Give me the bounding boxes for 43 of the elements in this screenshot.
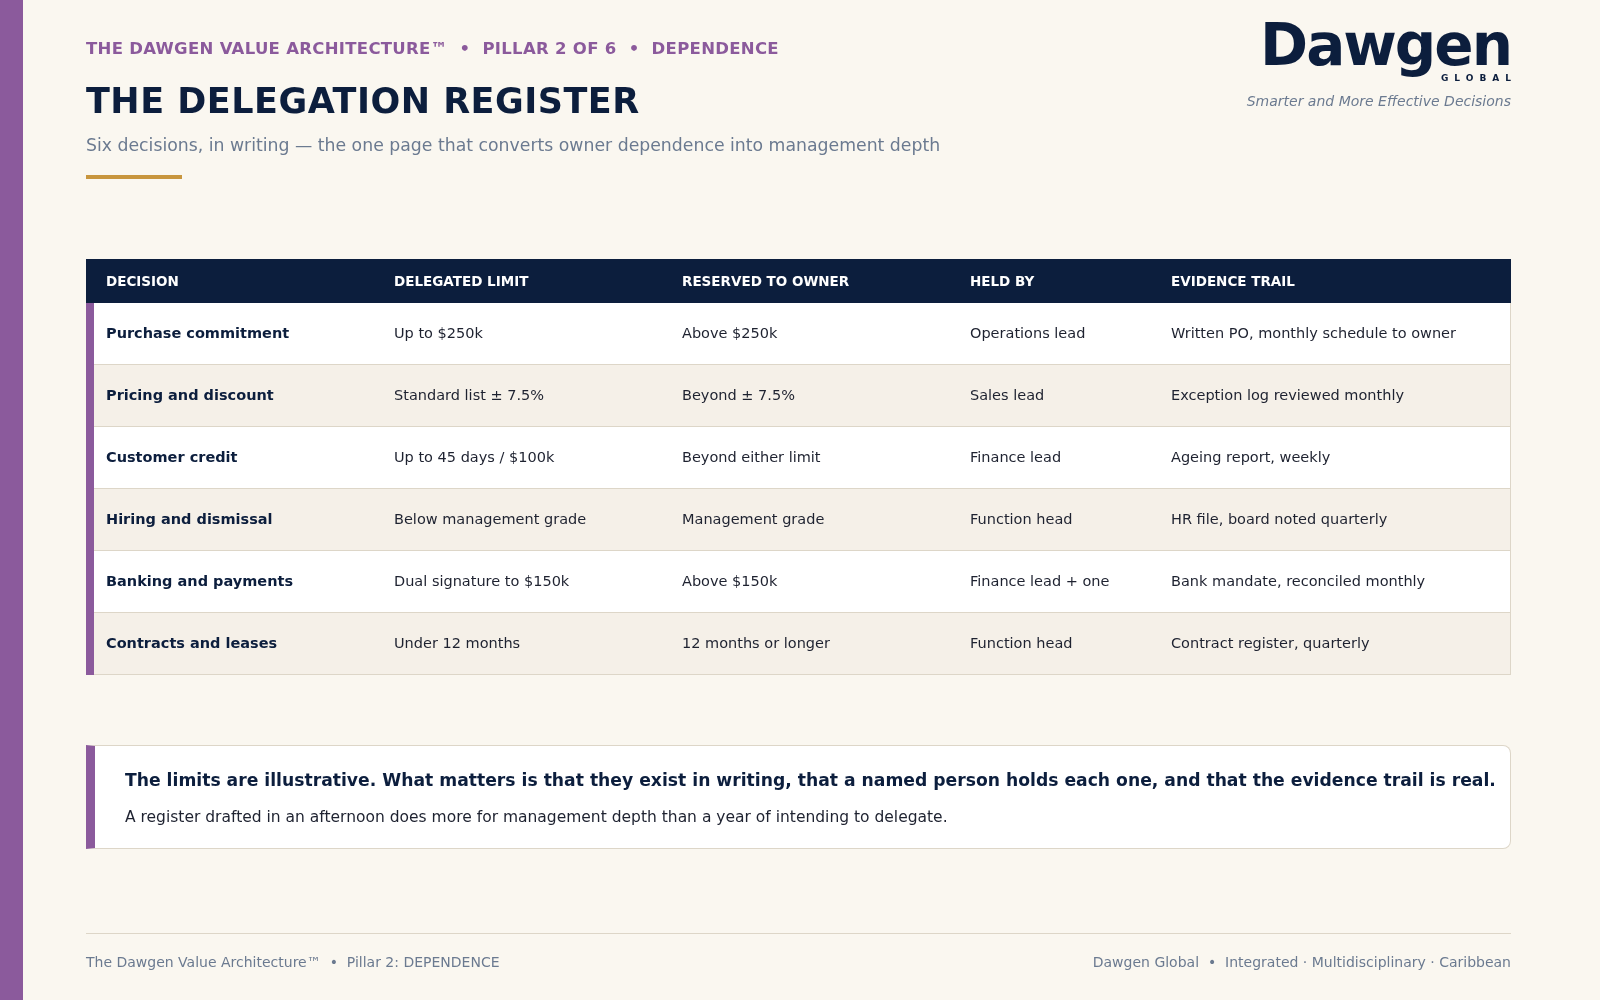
footer-text: Dawgen Global • Integrated · Multidisciplinary · Caribbean (1092, 954, 1511, 970)
table-cell-text: HR file, board noted quarterly (1171, 511, 1389, 527)
table-cell-text: Up to 45 days / $100k (394, 449, 556, 465)
column-header: EVIDENCE TRAIL (1171, 272, 1296, 289)
table-cell-text: Below management grade (394, 511, 588, 527)
table-cell-text: Ageing report, weekly (1171, 449, 1332, 465)
table-cell-text: Beyond ± 7.5% (682, 387, 796, 403)
table-cell-text: 12 months or longer (682, 635, 831, 651)
table-cell-text: Customer credit (106, 449, 239, 465)
note-lead: The limits are illustrative. What matters is that they exist in writing, that a named person holds each one, and that the evidence trail is real. (125, 769, 1497, 790)
table-cell-text: Hiring and dismissal (106, 511, 274, 527)
column-header: DECISION (106, 272, 180, 289)
note-body: A register drafted in an afternoon does more for management depth than a year of intending to delegate. (125, 807, 949, 826)
table-cell-text: Bank mandate, reconciled monthly (1171, 573, 1427, 589)
subtitle: Six decisions, in writing — the one page that converts owner dependence into management depth (86, 134, 941, 155)
table-cell-text: Above $150k (682, 573, 779, 589)
table-cell-text: Purchase commitment (106, 325, 291, 341)
table-cell-text: Standard list ± 7.5% (394, 387, 546, 403)
table-cell-text: Up to $250k (394, 325, 484, 341)
table-cell-text: Operations lead (970, 325, 1087, 341)
table-cell-text: Above $250k (682, 325, 779, 341)
table-cell-text: Management grade (682, 511, 826, 527)
table-cell-text: Exception log reviewed monthly (1171, 387, 1406, 403)
table-cell-text: Function head (970, 635, 1074, 651)
table-cell-text: Beyond either limit (682, 449, 822, 465)
table-cell-text: Function head (970, 511, 1074, 527)
table-cell-text: Contract register, quarterly (1171, 635, 1371, 651)
column-header: RESERVED TO OWNER (682, 272, 851, 289)
table-cell-text: Finance lead (970, 449, 1063, 465)
table-cell-text: Banking and payments (106, 573, 295, 589)
table-cell-text: Contracts and leases (106, 635, 279, 651)
tagline: Smarter and More Effective Decisions (1246, 93, 1511, 110)
column-header: HELD BY (970, 272, 1036, 289)
eyebrow-text: THE DAWGEN VALUE ARCHITECTURE™ • PILLAR 2 OF 6 • DEPENDENCE (86, 39, 780, 58)
page-title: THE DELEGATION REGISTER (86, 82, 641, 121)
table-cell-text: Under 12 months (394, 635, 522, 651)
table-cell-text: Written PO, monthly schedule to owner (1171, 325, 1457, 341)
table-cell-text: Pricing and discount (106, 387, 275, 403)
table-cell-text: Finance lead + one (970, 573, 1111, 589)
table-cell-text: Dual signature to $150k (394, 573, 571, 589)
column-header: DELEGATED LIMIT (394, 272, 530, 289)
table-cell-text: Sales lead (970, 387, 1046, 403)
footer-text: The Dawgen Value Architecture™ • Pillar 2: DEPENDENCE (86, 954, 500, 970)
